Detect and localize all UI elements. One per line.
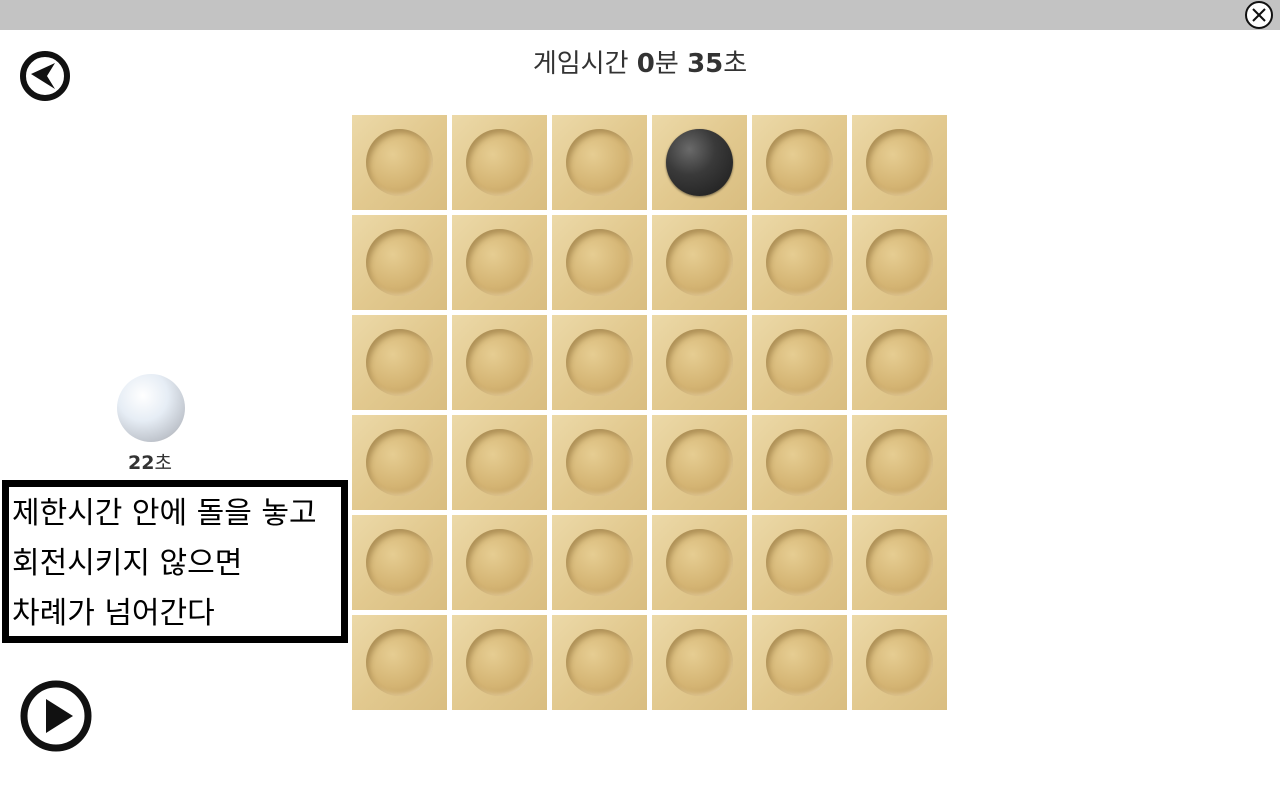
cell-hole xyxy=(466,629,533,696)
board-cell[interactable] xyxy=(552,415,647,510)
title-bar xyxy=(0,0,1280,30)
cell-hole xyxy=(666,229,733,296)
board-cell[interactable] xyxy=(452,315,547,410)
timer-minute-unit: 분 xyxy=(654,49,679,79)
board-cell[interactable] xyxy=(852,215,947,310)
cell-hole xyxy=(366,229,433,296)
board-cell[interactable] xyxy=(752,215,847,310)
close-icon xyxy=(1252,8,1266,22)
cell-hole xyxy=(666,529,733,596)
rule-notice: 제한시간 안에 돌을 놓고 회전시키지 않으면 차례가 넘어간다 xyxy=(2,480,348,643)
cell-hole xyxy=(766,629,833,696)
board-cell[interactable] xyxy=(752,115,847,210)
timer-second-unit: 초 xyxy=(723,49,748,79)
cell-hole xyxy=(466,329,533,396)
cell-hole xyxy=(366,629,433,696)
cell-hole xyxy=(466,429,533,496)
board-cell[interactable] xyxy=(352,315,447,410)
cell-hole xyxy=(666,629,733,696)
cell-hole xyxy=(566,429,633,496)
back-button[interactable] xyxy=(19,50,71,102)
timer-minutes: 0 xyxy=(636,49,655,79)
cell-hole xyxy=(866,229,933,296)
cell-hole xyxy=(566,129,633,196)
cell-hole xyxy=(466,529,533,596)
board-cell[interactable] xyxy=(552,115,647,210)
cell-hole xyxy=(366,529,433,596)
rule-line: 차례가 넘어간다 xyxy=(12,596,215,631)
cell-hole xyxy=(766,529,833,596)
cell-hole xyxy=(466,129,533,196)
game-timer: 게임시간 0분 35초 xyxy=(440,44,840,84)
board-cell[interactable] xyxy=(852,415,947,510)
board-cell[interactable] xyxy=(452,115,547,210)
board-cell[interactable] xyxy=(452,415,547,510)
play-button[interactable] xyxy=(19,679,94,754)
black-stone xyxy=(666,129,733,196)
back-arrow-icon xyxy=(20,51,70,101)
game-board xyxy=(352,115,952,715)
board-cell[interactable] xyxy=(852,615,947,710)
board-cell[interactable] xyxy=(652,615,747,710)
cell-hole xyxy=(566,529,633,596)
board-cell[interactable] xyxy=(652,515,747,610)
board-cell[interactable] xyxy=(652,215,747,310)
timer-seconds: 35 xyxy=(687,49,724,79)
board-cell[interactable] xyxy=(452,615,547,710)
turn-time-value: 22 xyxy=(128,452,155,474)
board-cell[interactable] xyxy=(652,115,747,210)
cell-hole xyxy=(866,629,933,696)
board-cell[interactable] xyxy=(452,515,547,610)
board-cell[interactable] xyxy=(852,315,947,410)
board-cell[interactable] xyxy=(752,315,847,410)
board-cell[interactable] xyxy=(352,515,447,610)
board-cell[interactable] xyxy=(852,515,947,610)
cell-hole xyxy=(566,329,633,396)
board-cell[interactable] xyxy=(552,215,647,310)
cell-hole xyxy=(866,129,933,196)
turn-time-unit: 초 xyxy=(154,452,172,474)
board-cell[interactable] xyxy=(552,315,647,410)
board-cell[interactable] xyxy=(752,615,847,710)
rule-line: 제한시간 안에 돌을 놓고 xyxy=(12,496,317,531)
play-icon xyxy=(20,680,92,752)
turn-timer: 22초 xyxy=(100,450,200,476)
cell-hole xyxy=(366,429,433,496)
cell-hole xyxy=(766,229,833,296)
board-cell[interactable] xyxy=(752,415,847,510)
board-cell[interactable] xyxy=(352,215,447,310)
board-cell[interactable] xyxy=(852,115,947,210)
cell-hole xyxy=(566,229,633,296)
cell-hole xyxy=(366,129,433,196)
cell-hole xyxy=(766,429,833,496)
cell-hole xyxy=(866,329,933,396)
board-cell[interactable] xyxy=(452,215,547,310)
timer-label: 게임시간 xyxy=(532,49,629,79)
board-cell[interactable] xyxy=(652,315,747,410)
board-cell[interactable] xyxy=(552,615,647,710)
board-cell[interactable] xyxy=(352,615,447,710)
cell-hole xyxy=(466,229,533,296)
board-cell[interactable] xyxy=(652,415,747,510)
board-cell[interactable] xyxy=(552,515,647,610)
cell-hole xyxy=(866,529,933,596)
cell-hole xyxy=(666,429,733,496)
cell-hole xyxy=(766,129,833,196)
rule-line: 회전시키지 않으면 xyxy=(12,546,243,581)
cell-hole xyxy=(866,429,933,496)
cell-hole xyxy=(766,329,833,396)
board-cell[interactable] xyxy=(752,515,847,610)
cell-hole xyxy=(666,329,733,396)
board-cell[interactable] xyxy=(352,415,447,510)
cell-hole xyxy=(366,329,433,396)
close-button[interactable] xyxy=(1245,1,1273,29)
current-player-stone xyxy=(117,374,185,442)
board-cell[interactable] xyxy=(352,115,447,210)
cell-hole xyxy=(566,629,633,696)
